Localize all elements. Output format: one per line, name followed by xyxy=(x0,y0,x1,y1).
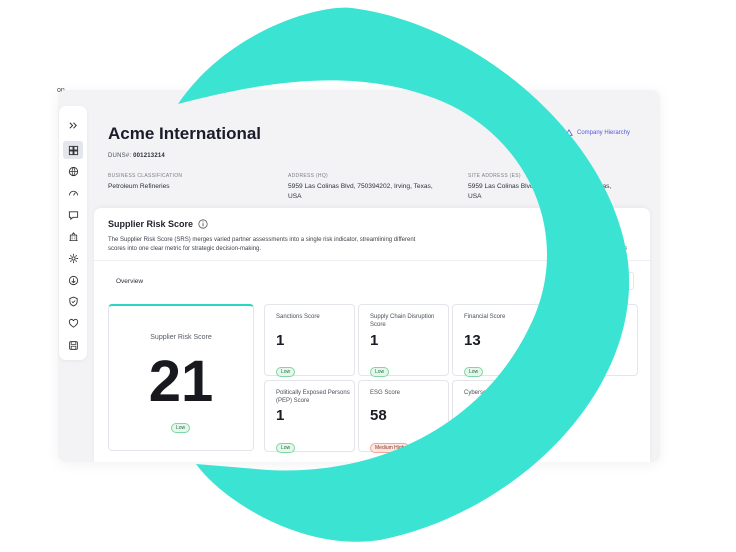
score-tile-value: 13 xyxy=(464,332,481,349)
tab-control[interactable] xyxy=(554,272,634,290)
sidebar-item-globe[interactable] xyxy=(63,163,83,181)
info-icon[interactable] xyxy=(198,219,208,229)
sidebar-item-health[interactable] xyxy=(63,315,83,333)
sidebar-item-chat[interactable] xyxy=(63,206,83,224)
score-tile-value: 1 xyxy=(276,332,285,349)
app-window: Acme International DUNS#: 001213214 Comp… xyxy=(58,90,660,462)
sidebar-item-security[interactable] xyxy=(63,293,83,311)
business-classification-value: Petroleum Refineries xyxy=(108,183,170,190)
chevrons-right-icon xyxy=(68,121,77,129)
score-tile-name: Cybersecurity Score xyxy=(464,390,519,396)
shield-icon xyxy=(68,296,78,307)
duns-number: DUNS#: 001213214 xyxy=(108,153,165,159)
site-address-line2: USA xyxy=(468,193,482,200)
hierarchy-icon xyxy=(565,129,573,136)
score-tile-value: 1 xyxy=(276,407,285,424)
hq-address-label: ADDRESS (HQ) xyxy=(288,173,328,179)
main-score-tile: Supplier Risk Score 21 Low xyxy=(108,304,254,451)
score-tile-name: Financial Score xyxy=(464,314,506,320)
score-tile-value: 1 xyxy=(370,332,379,349)
main-score-label: Supplier Risk Score xyxy=(150,334,212,341)
sidebar-item-save[interactable] xyxy=(63,336,83,354)
chat-icon xyxy=(68,210,78,220)
sidebar-item-settings[interactable] xyxy=(63,249,83,267)
sidebar xyxy=(59,106,87,360)
company-hierarchy-link[interactable]: Company Hierarchy xyxy=(565,129,630,137)
site-address-end: Texas, xyxy=(592,183,612,190)
score-tile-pep[interactable]: Politically Exposed Persons (PEP) Score … xyxy=(264,380,355,453)
score-tile-name: Supply Chain Disruption Score xyxy=(370,314,435,328)
sidebar-item-gauge[interactable] xyxy=(63,184,83,202)
site-address-label: SITE ADDRESS (ES) xyxy=(468,173,521,179)
score-tile-badge: Low xyxy=(464,367,484,377)
sidebar-item-building[interactable] xyxy=(63,228,83,246)
score-tile-badge: Low xyxy=(370,367,390,377)
main-score-badge: Low xyxy=(171,423,191,433)
expand-sidebar-button[interactable] xyxy=(63,116,83,134)
page-title: Acme International xyxy=(108,124,262,143)
score-tile-badge: Low xyxy=(276,443,296,453)
supplier-risk-score-card: Supplier Risk Score The Supplier Risk Sc… xyxy=(94,208,650,462)
srs-note: 24 xyxy=(621,246,628,252)
duns-label: DUNS#: xyxy=(108,153,132,159)
hq-address: ADDRESS (HQ) 5959 Las Colinas Blvd, 7503… xyxy=(288,171,446,202)
score-tile-financial[interactable]: Financial Score 13 Low xyxy=(452,304,543,377)
score-tile-sanctions[interactable]: Sanctions Score 1 Low xyxy=(264,304,355,377)
score-tile-badge: Low xyxy=(276,367,296,377)
score-tile-partial[interactable] xyxy=(546,304,638,376)
sidebar-item-dashboard[interactable] xyxy=(63,141,83,159)
score-tile-name: ESG Score xyxy=(370,390,401,396)
company-hierarchy-label: Company Hierarchy xyxy=(577,130,631,136)
tab-overview[interactable]: Overview xyxy=(116,278,143,285)
score-tile-cybersecurity[interactable]: Cybersecurity Score 19 Low xyxy=(452,380,543,453)
site-address-start: 5959 Las Colinas Blvd, 75 xyxy=(468,183,545,190)
score-tile-value: 19 xyxy=(464,407,481,424)
srs-title: Supplier Risk Score xyxy=(108,219,208,229)
score-tile-badge: Medium High xyxy=(370,443,410,453)
score-tile-value: 58 xyxy=(370,407,387,424)
score-tile-supply-chain[interactable]: Supply Chain Disruption Score 1 Low xyxy=(358,304,449,377)
site-address-value: 5959 Las Colinas Blvd, 75 Texas, xyxy=(468,182,628,192)
score-tile-name: Politically Exposed Persons (PEP) Score xyxy=(276,390,350,404)
srs-title-text: Supplier Risk Score xyxy=(108,219,194,229)
gauge-icon xyxy=(68,190,78,196)
site-address: SITE ADDRESS (ES) 5959 Las Colinas Blvd,… xyxy=(468,171,628,202)
score-tile-badge: Low xyxy=(464,443,484,453)
building-icon xyxy=(68,232,78,242)
hq-address-value: 5959 Las Colinas Blvd, 750394202, Irving… xyxy=(288,183,433,200)
cloud-icon xyxy=(68,275,78,285)
business-classification: BUSINESS CLASSIFICATION Petroleum Refine… xyxy=(108,171,182,192)
score-tile-name: Sanctions Score xyxy=(276,314,320,320)
save-icon xyxy=(68,340,78,350)
gear-icon xyxy=(68,253,78,264)
dashboard-icon xyxy=(68,145,78,155)
srs-description: The Supplier Risk Score (SRS) merges var… xyxy=(108,237,416,252)
globe-icon xyxy=(68,167,78,177)
duns-value: 001213214 xyxy=(133,153,165,159)
main-score-value: 21 xyxy=(148,349,214,414)
business-classification-label: BUSINESS CLASSIFICATION xyxy=(108,173,183,179)
heart-icon xyxy=(68,318,78,328)
score-tile-esg[interactable]: ESG Score 58 Medium High xyxy=(358,380,449,453)
sidebar-item-cloud[interactable] xyxy=(63,271,83,289)
